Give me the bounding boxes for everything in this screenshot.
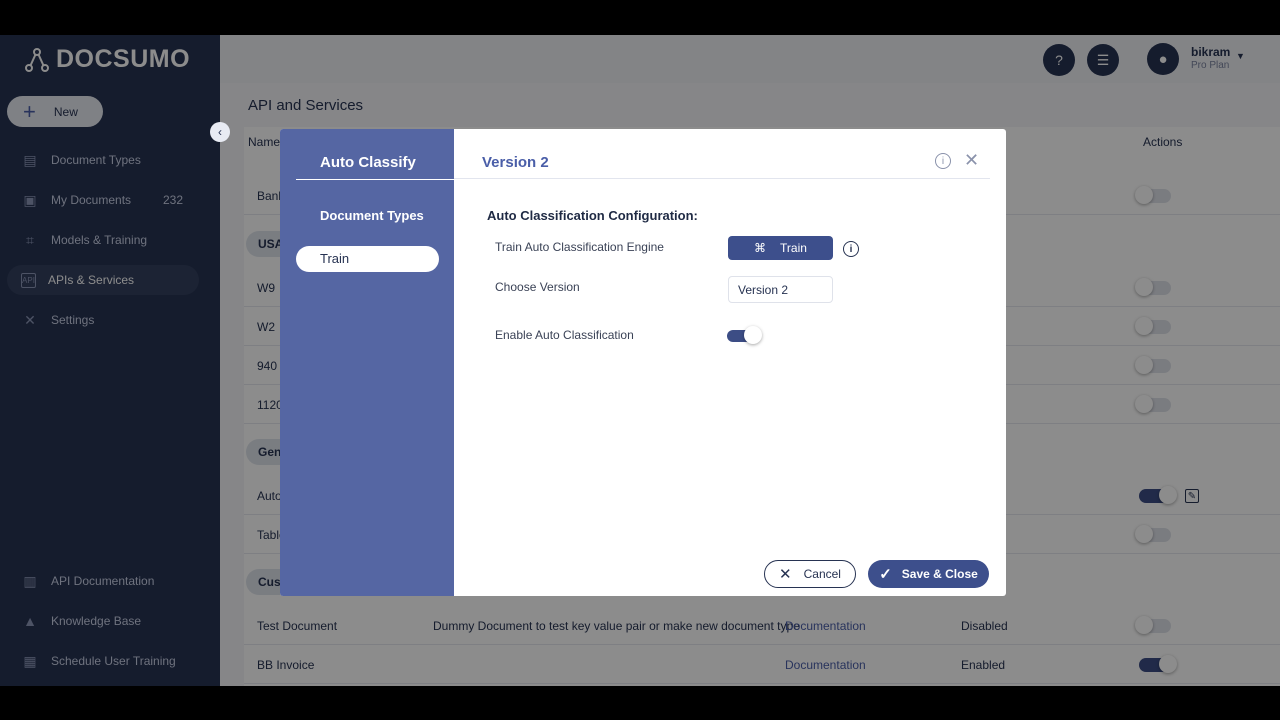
modal-sidebar-title: Auto Classify	[320, 154, 416, 171]
auto-classify-modal: Auto Classify Document Types Train Versi…	[280, 129, 1006, 596]
section-heading: Auto Classification Configuration:	[487, 208, 698, 223]
modal-sidebar: Auto Classify Document Types Train	[280, 129, 454, 596]
modal-tab-document-types[interactable]: Document Types	[320, 208, 424, 223]
divider	[454, 178, 990, 179]
version-label: Choose Version	[495, 280, 580, 294]
save-button-label: Save & Close	[901, 567, 978, 581]
modal-tab-train[interactable]: Train	[296, 246, 439, 272]
cancel-button[interactable]: ✕ Cancel	[764, 560, 856, 588]
close-icon: ✕	[779, 566, 792, 583]
close-icon[interactable]: ✕	[964, 151, 979, 169]
modal-title: Version 2	[482, 154, 549, 171]
train-info-icon[interactable]: i	[843, 241, 859, 257]
enable-auto-classification-toggle[interactable]	[727, 326, 762, 344]
train-label: Train Auto Classification Engine	[495, 240, 664, 254]
chevron-left-icon: ‹	[218, 125, 222, 139]
train-button-label: Train	[780, 241, 807, 255]
divider	[296, 179, 454, 180]
version-select[interactable]: Version 2	[728, 276, 833, 303]
cancel-button-label: Cancel	[803, 567, 841, 581]
collapse-sidebar-button[interactable]: ‹	[210, 122, 230, 142]
enable-label: Enable Auto Classification	[495, 328, 634, 342]
info-icon[interactable]: i	[935, 153, 951, 169]
app-window: DOCSUMO + New ▤ Document Types ▣ My Docu…	[0, 35, 1280, 686]
save-close-button[interactable]: ✓ Save & Close	[868, 560, 989, 588]
check-icon: ✓	[879, 566, 892, 583]
train-button[interactable]: ⌘ Train	[728, 236, 833, 260]
robot-icon: ⌘	[754, 241, 767, 255]
